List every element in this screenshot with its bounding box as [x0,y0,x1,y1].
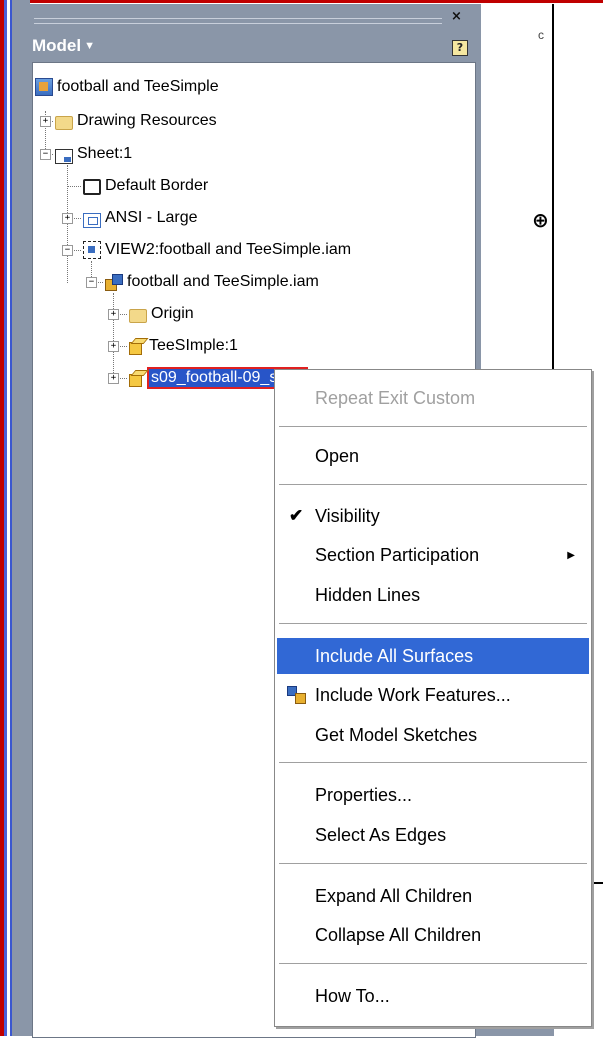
context-menu: Repeat Exit Custom Open ✔ Visibility Sec… [274,369,592,1027]
menu-item-how-to[interactable]: How To... [277,978,589,1014]
menu-item-get-model-sketches[interactable]: Get Model Sketches [277,717,589,753]
menu-item-collapse-all-children[interactable]: Collapse All Children [277,917,589,953]
tree-node-root[interactable]: football and TeeSimple [35,75,219,99]
menu-item-label: Section Participation [315,544,480,565]
tree-node-label: Default Border [105,177,209,194]
tree-node-drawing-resources[interactable]: Drawing Resources [55,109,217,133]
submenu-arrow-icon: ▶ [567,549,575,561]
expand-toggle-origin[interactable]: + [108,309,119,320]
tree-node-label: Origin [151,305,194,322]
drawing-document-icon [35,78,53,96]
center-mark-icon: ⊕ [532,208,549,232]
tree-node-view2[interactable]: VIEW2:football and TeeSimple.iam [83,238,351,262]
border-icon [83,179,101,195]
tree-node-default-border[interactable]: Default Border [83,174,208,198]
tree-line [67,165,68,283]
menu-item-label: Select As Edges [315,824,447,845]
menu-item-label: Hidden Lines [315,584,421,605]
part-icon [129,370,145,387]
tree-node-origin[interactable]: Origin [129,302,194,326]
tree-node-label: TeeSImple:1 [149,337,238,354]
menu-item-label: Visibility [315,505,380,526]
tree-line [113,293,114,379]
panel-grip[interactable] [34,18,442,24]
menu-separator [279,623,587,625]
help-icon[interactable]: ? [452,40,468,56]
menu-item-open[interactable]: Open [277,438,589,474]
menu-item-hidden-lines[interactable]: Hidden Lines [277,577,589,613]
menu-item-label: Repeat Exit Custom [315,387,476,408]
menu-item-repeat-exit-custom[interactable]: Repeat Exit Custom [277,380,589,416]
model-dropdown[interactable]: Model ▼ [32,36,95,56]
close-icon[interactable]: × [451,9,462,24]
menu-item-section-participation[interactable]: Section Participation ▶ [277,537,589,573]
model-title: Model [32,36,82,55]
menu-separator [279,484,587,486]
menu-item-include-all-surfaces[interactable]: Include All Surfaces [277,638,589,674]
expand-toggle-selected-part[interactable]: + [108,373,119,384]
title-block-icon [83,212,101,228]
collapse-toggle-assembly[interactable]: − [86,277,97,288]
assembly-icon [105,274,123,291]
tree-node-teesimple[interactable]: TeeSImple:1 [129,334,238,358]
tree-node-label: ANSI - Large [105,209,198,226]
window-frame-left-gray [12,0,30,1036]
menu-item-label: How To... [315,985,390,1006]
folder-icon [129,309,147,323]
menu-item-label: Collapse All Children [315,924,482,945]
work-features-icon [287,686,306,704]
expand-toggle-teesimple[interactable]: + [108,341,119,352]
menu-item-select-as-edges[interactable]: Select As Edges [277,817,589,853]
menu-item-label: Expand All Children [315,885,473,906]
tree-node-assembly[interactable]: football and TeeSimple.iam [105,270,319,294]
expand-toggle-ansi[interactable]: + [62,213,73,224]
panel-header: Model ▼ ? [30,34,476,60]
checkmark-icon: ✔ [289,506,304,525]
drawing-view-icon [83,241,101,259]
tree-node-label: football and TeeSimple [57,78,219,95]
panel-titlebar[interactable]: × [30,4,476,30]
window-frame-top [0,0,603,3]
menu-item-label: Properties... [315,784,413,805]
chevron-down-icon: ▼ [84,40,95,52]
menu-item-properties[interactable]: Properties... [277,777,589,813]
tree-node-label: Sheet:1 [77,145,133,162]
tree-node-label: Drawing Resources [77,112,217,129]
tree-line [67,186,81,187]
menu-separator [279,863,587,865]
menu-item-visibility[interactable]: ✔ Visibility [277,498,589,534]
menu-item-label: Get Model Sketches [315,724,478,745]
menu-separator [279,762,587,764]
part-icon [129,338,145,355]
tree-node-label: VIEW2:football and TeeSimple.iam [105,241,352,258]
zone-marker: c [538,28,544,42]
folder-icon [55,116,73,130]
sheet-icon [55,148,73,164]
tree-node-label: football and TeeSimple.iam [127,273,319,290]
tree-node-ansi-large[interactable]: ANSI - Large [83,206,197,230]
menu-item-label: Include All Surfaces [315,645,474,666]
expand-toggle-drawing-resources[interactable]: + [40,116,51,127]
menu-separator [279,963,587,965]
collapse-toggle-view2[interactable]: − [62,245,73,256]
menu-separator [279,426,587,428]
tree-node-sheet[interactable]: Sheet:1 [55,142,132,166]
menu-item-label: Include Work Features... [315,684,511,705]
collapse-toggle-sheet[interactable]: − [40,149,51,160]
menu-item-label: Open [315,445,360,466]
menu-item-include-work-features[interactable]: Include Work Features... [277,677,589,713]
menu-item-expand-all-children[interactable]: Expand All Children [277,878,589,914]
